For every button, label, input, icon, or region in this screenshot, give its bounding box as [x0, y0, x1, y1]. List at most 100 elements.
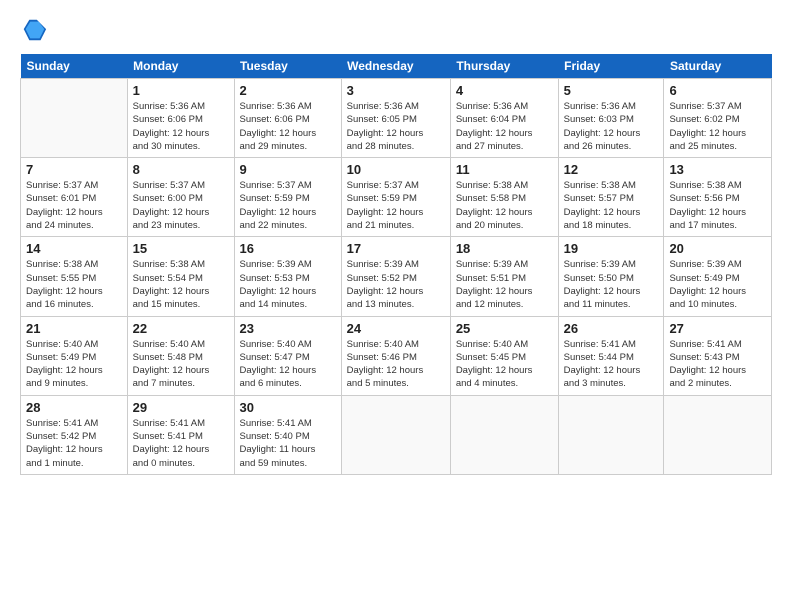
day-number: 1 — [133, 83, 229, 98]
day-number: 9 — [240, 162, 336, 177]
day-info: Sunrise: 5:39 AM Sunset: 5:49 PM Dayligh… — [669, 258, 766, 311]
day-number: 27 — [669, 321, 766, 336]
day-number: 20 — [669, 241, 766, 256]
day-number: 14 — [26, 241, 122, 256]
weekday-header-sunday: Sunday — [21, 54, 128, 79]
calendar-cell: 11Sunrise: 5:38 AM Sunset: 5:58 PM Dayli… — [450, 158, 558, 237]
day-number: 28 — [26, 400, 122, 415]
calendar-cell: 14 Sunrise: 5:38 AM Sunset: 5:55 PM Dayli… — [21, 237, 128, 316]
day-number: 6 — [669, 83, 766, 98]
day-info: Sunrise: 5:41 AM Sunset: 5:41 PM Dayligh… — [133, 417, 229, 470]
day-info: Sunrise: 5:39 AM Sunset: 5:50 PM Dayligh… — [564, 258, 659, 311]
header — [20, 16, 772, 44]
day-info: Sunrise: 5:39 AM Sunset: 5:52 PM Dayligh… — [347, 258, 445, 311]
day-number: 8 — [133, 162, 229, 177]
calendar-cell: 12 Sunrise: 5:38 AM Sunset: 5:57 PM Dayli… — [558, 158, 664, 237]
calendar-week-1: 1 Sunrise: 5:36 AM Sunset: 6:06 PM Daylig… — [21, 79, 772, 158]
calendar-cell: 18 Sunrise: 5:39 AM Sunset: 5:51 PM Dayli… — [450, 237, 558, 316]
logo — [20, 16, 50, 44]
day-info: Sunrise: 5:40 AM Sunset: 5:45 PM Dayligh… — [456, 338, 553, 391]
day-number: 18 — [456, 241, 553, 256]
calendar-cell: 23 Sunrise: 5:40 AM Sunset: 5:47 PM Dayli… — [234, 316, 341, 395]
calendar-cell: 21Sunrise: 5:40 AM Sunset: 5:49 PM Dayli… — [21, 316, 128, 395]
day-number: 2 — [240, 83, 336, 98]
day-info: Sunrise: 5:37 AM Sunset: 6:00 PM Dayligh… — [133, 179, 229, 232]
calendar-cell: 7Sunrise: 5:37 AM Sunset: 6:01 PM Daylig… — [21, 158, 128, 237]
day-number: 23 — [240, 321, 336, 336]
day-info: Sunrise: 5:36 AM Sunset: 6:05 PM Dayligh… — [347, 100, 445, 153]
day-info: Sunrise: 5:37 AM Sunset: 5:59 PM Dayligh… — [240, 179, 336, 232]
day-info: Sunrise: 5:38 AM Sunset: 5:55 PM Dayligh… — [26, 258, 122, 311]
day-info: Sunrise: 5:40 AM Sunset: 5:48 PM Dayligh… — [133, 338, 229, 391]
day-number: 24 — [347, 321, 445, 336]
day-info: Sunrise: 5:36 AM Sunset: 6:06 PM Dayligh… — [240, 100, 336, 153]
calendar-cell: 27 Sunrise: 5:41 AM Sunset: 5:43 PM Dayli… — [664, 316, 772, 395]
calendar-page: SundayMondayTuesdayWednesdayThursdayFrid… — [0, 0, 792, 612]
day-info: Sunrise: 5:38 AM Sunset: 5:54 PM Dayligh… — [133, 258, 229, 311]
calendar-cell — [664, 395, 772, 474]
day-number: 16 — [240, 241, 336, 256]
calendar-header: SundayMondayTuesdayWednesdayThursdayFrid… — [21, 54, 772, 79]
calendar-cell: 9 Sunrise: 5:37 AM Sunset: 5:59 PM Daylig… — [234, 158, 341, 237]
calendar-week-4: 21Sunrise: 5:40 AM Sunset: 5:49 PM Dayli… — [21, 316, 772, 395]
day-info: Sunrise: 5:41 AM Sunset: 5:40 PM Dayligh… — [240, 417, 336, 470]
day-info: Sunrise: 5:38 AM Sunset: 5:56 PM Dayligh… — [669, 179, 766, 232]
weekday-header-saturday: Saturday — [664, 54, 772, 79]
calendar-cell: 19 Sunrise: 5:39 AM Sunset: 5:50 PM Dayli… — [558, 237, 664, 316]
day-number: 12 — [564, 162, 659, 177]
calendar-cell: 3 Sunrise: 5:36 AM Sunset: 6:05 PM Daylig… — [341, 79, 450, 158]
calendar-cell — [450, 395, 558, 474]
day-info: Sunrise: 5:40 AM Sunset: 5:46 PM Dayligh… — [347, 338, 445, 391]
calendar-cell: 17 Sunrise: 5:39 AM Sunset: 5:52 PM Dayli… — [341, 237, 450, 316]
day-info: Sunrise: 5:37 AM Sunset: 6:01 PM Dayligh… — [26, 179, 122, 232]
day-info: Sunrise: 5:37 AM Sunset: 6:02 PM Dayligh… — [669, 100, 766, 153]
weekday-header-monday: Monday — [127, 54, 234, 79]
weekday-header-thursday: Thursday — [450, 54, 558, 79]
calendar-cell: 30 Sunrise: 5:41 AM Sunset: 5:40 PM Dayli… — [234, 395, 341, 474]
day-number: 21 — [26, 321, 122, 336]
day-info: Sunrise: 5:37 AM Sunset: 5:59 PM Dayligh… — [347, 179, 445, 232]
day-info: Sunrise: 5:41 AM Sunset: 5:42 PM Dayligh… — [26, 417, 122, 470]
calendar-cell: 10 Sunrise: 5:37 AM Sunset: 5:59 PM Dayli… — [341, 158, 450, 237]
calendar-cell: 24 Sunrise: 5:40 AM Sunset: 5:46 PM Dayli… — [341, 316, 450, 395]
day-number: 3 — [347, 83, 445, 98]
calendar-cell — [341, 395, 450, 474]
day-number: 30 — [240, 400, 336, 415]
day-info: Sunrise: 5:41 AM Sunset: 5:43 PM Dayligh… — [669, 338, 766, 391]
calendar-cell: 29 Sunrise: 5:41 AM Sunset: 5:41 PM Dayli… — [127, 395, 234, 474]
calendar-cell: 6 Sunrise: 5:37 AM Sunset: 6:02 PM Daylig… — [664, 79, 772, 158]
day-number: 4 — [456, 83, 553, 98]
day-number: 19 — [564, 241, 659, 256]
calendar-cell: 25 Sunrise: 5:40 AM Sunset: 5:45 PM Dayli… — [450, 316, 558, 395]
day-info: Sunrise: 5:39 AM Sunset: 5:51 PM Dayligh… — [456, 258, 553, 311]
calendar-cell — [21, 79, 128, 158]
calendar-cell: 2 Sunrise: 5:36 AM Sunset: 6:06 PM Daylig… — [234, 79, 341, 158]
day-info: Sunrise: 5:41 AM Sunset: 5:44 PM Dayligh… — [564, 338, 659, 391]
day-info: Sunrise: 5:36 AM Sunset: 6:06 PM Dayligh… — [133, 100, 229, 153]
day-number: 15 — [133, 241, 229, 256]
day-info: Sunrise: 5:38 AM Sunset: 5:57 PM Dayligh… — [564, 179, 659, 232]
day-info: Sunrise: 5:36 AM Sunset: 6:03 PM Dayligh… — [564, 100, 659, 153]
day-number: 17 — [347, 241, 445, 256]
weekday-header-tuesday: Tuesday — [234, 54, 341, 79]
day-number: 10 — [347, 162, 445, 177]
calendar-cell: 1 Sunrise: 5:36 AM Sunset: 6:06 PM Daylig… — [127, 79, 234, 158]
weekday-header-friday: Friday — [558, 54, 664, 79]
logo-icon — [20, 16, 48, 44]
calendar-week-5: 28 Sunrise: 5:41 AM Sunset: 5:42 PM Dayli… — [21, 395, 772, 474]
day-number: 25 — [456, 321, 553, 336]
calendar-cell: 13Sunrise: 5:38 AM Sunset: 5:56 PM Dayli… — [664, 158, 772, 237]
calendar-week-3: 14 Sunrise: 5:38 AM Sunset: 5:55 PM Dayli… — [21, 237, 772, 316]
calendar-cell: 20 Sunrise: 5:39 AM Sunset: 5:49 PM Dayli… — [664, 237, 772, 316]
day-info: Sunrise: 5:40 AM Sunset: 5:47 PM Dayligh… — [240, 338, 336, 391]
day-number: 22 — [133, 321, 229, 336]
day-info: Sunrise: 5:39 AM Sunset: 5:53 PM Dayligh… — [240, 258, 336, 311]
day-number: 29 — [133, 400, 229, 415]
calendar-cell: 26Sunrise: 5:41 AM Sunset: 5:44 PM Dayli… — [558, 316, 664, 395]
day-info: Sunrise: 5:38 AM Sunset: 5:58 PM Dayligh… — [456, 179, 553, 232]
calendar-cell — [558, 395, 664, 474]
calendar-cell: 8 Sunrise: 5:37 AM Sunset: 6:00 PM Daylig… — [127, 158, 234, 237]
calendar-cell: 4Sunrise: 5:36 AM Sunset: 6:04 PM Daylig… — [450, 79, 558, 158]
day-number: 5 — [564, 83, 659, 98]
calendar-cell: 28 Sunrise: 5:41 AM Sunset: 5:42 PM Dayli… — [21, 395, 128, 474]
